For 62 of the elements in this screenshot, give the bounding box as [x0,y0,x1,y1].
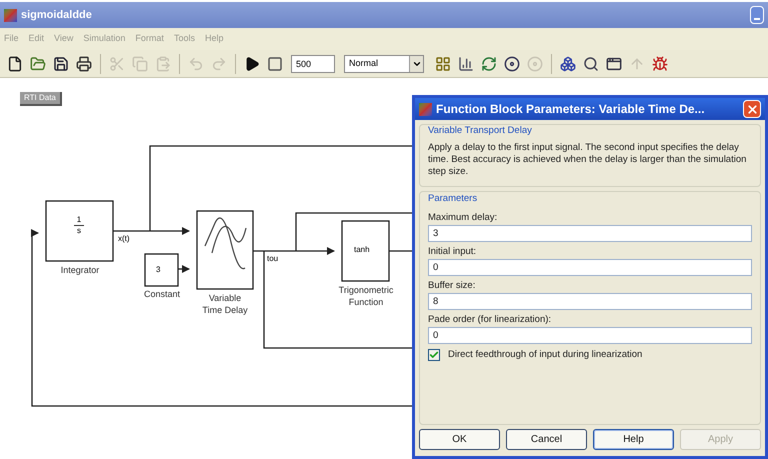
printer-icon [76,56,92,72]
folder-icon [30,56,46,72]
app-icon [4,8,17,22]
close-button[interactable] [743,100,761,118]
block-label: Constant [142,288,182,300]
disc-icon [504,56,520,72]
copy-icon [132,56,148,72]
close-icon [746,102,758,116]
parameter-field[interactable]: 0 [428,326,752,344]
function-block [341,220,390,282]
app-icon [419,102,432,116]
block-label: Trigonometric Function [338,284,394,308]
dialog-button[interactable]: Help [593,429,674,450]
boxes-icon [560,56,576,72]
grid-icon [435,56,451,72]
stop-icon [267,56,283,72]
field-label: Maximum delay: [428,210,498,224]
window-title: sigmoidaldde [21,8,93,23]
window-icon [606,56,622,72]
file-icon [7,56,23,72]
save-icon [53,56,69,72]
paste-icon [155,56,171,72]
parameter-field[interactable]: 8 [428,292,752,310]
field-label: Initial input: [428,244,478,258]
redo-icon [211,56,227,72]
parameter-field[interactable]: 3 [428,224,752,242]
field-label: Pade order (for linearization): [428,312,552,326]
cut-icon [109,56,125,72]
bar-chart-icon [458,56,474,72]
circle-icon [527,56,543,72]
constant-block [144,253,179,287]
minimize-button[interactable] [750,6,764,24]
integrator-block [45,200,114,262]
undo-icon [188,56,204,72]
integrator-denominator: s [76,226,82,236]
block-label: Integrator [60,264,100,276]
check-icon [429,350,439,360]
signal-label: tou [267,253,278,265]
bug-icon [652,56,668,72]
field-label: Buffer size: [428,278,476,292]
arrow-up-icon [629,56,645,72]
search-icon [583,56,599,72]
constant-value: 3 [156,264,160,276]
function-value: tanh [354,244,370,256]
dialog-button[interactable]: Cancel [506,429,587,450]
play-icon [244,56,260,72]
checkbox-label: Direct feedthrough of input during linearization [448,348,642,362]
simulation-mode-dropdown[interactable]: Normal [344,54,424,72]
group-title: Variable Transport Delay [428,124,533,138]
annotation-label: RTI Data [20,92,62,106]
checkbox[interactable] [428,348,440,361]
dialog-title: Function Block Parameters: Variable Time De... [436,101,706,118]
parameter-field[interactable]: 0 [428,258,752,276]
integrator-numerator: 1 [74,215,84,226]
signal-label: x(t) [118,233,130,245]
refresh-icon [481,56,497,72]
group-title: Parameters [428,192,478,206]
minimize-icon [754,18,760,20]
dialog-button[interactable]: OK [419,429,500,450]
stop-time-field[interactable]: 500 [291,54,335,72]
block-label: Variable Time Delay [201,292,249,316]
description-text: Apply a delay to the first input signal. The second input specifies the delay time. Best accuracy is achieved when the delay is larger than the simulation step size. [428,142,748,178]
